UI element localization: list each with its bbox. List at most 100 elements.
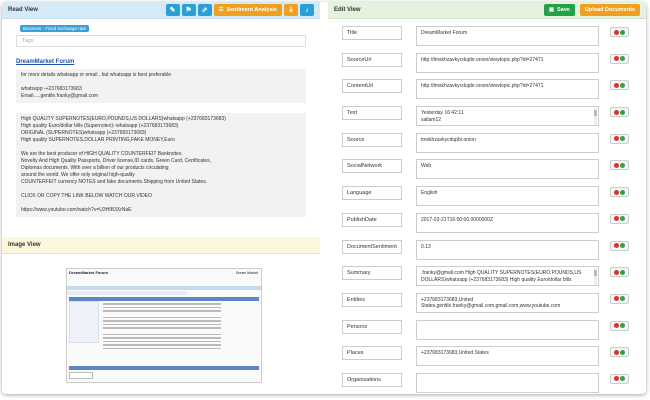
remove-field-icon[interactable]	[614, 109, 619, 115]
field-actions	[610, 267, 629, 278]
remove-field-icon[interactable]	[614, 82, 619, 88]
flag-button[interactable]: ⚑	[181, 4, 196, 16]
thumbnail-text-line	[103, 323, 221, 325]
save-button[interactable]: ▣ Save	[543, 4, 575, 16]
edit-view-toolbar: ▣ Save Upload Documents	[543, 4, 640, 16]
field-value-input[interactable]: DreamMarket Forum	[416, 26, 599, 46]
field-scrollbar[interactable]	[594, 108, 597, 126]
add-field-icon[interactable]	[620, 109, 625, 115]
download-button[interactable]: ⤓	[284, 4, 298, 16]
open-external-button[interactable]: ⇗	[197, 4, 212, 16]
field-label: SourceUrl	[342, 52, 402, 67]
add-field-icon[interactable]	[620, 323, 625, 329]
thumbnail-text-line	[103, 337, 221, 339]
upload-documents-button[interactable]: Upload Documents	[579, 4, 640, 16]
field-label: Summary	[342, 266, 402, 281]
field-value-input[interactable]: +237683173683,United States,gentile.fran…	[416, 292, 599, 313]
image-view-body: DreamMarket Forum Dream Market	[2, 254, 320, 394]
field-actions	[610, 107, 629, 118]
page-screenshot-thumbnail[interactable]: DreamMarket Forum Dream Market	[66, 268, 262, 383]
remove-field-icon[interactable]	[614, 323, 619, 329]
remove-field-icon[interactable]	[614, 349, 619, 355]
add-field-icon[interactable]	[620, 29, 625, 35]
edit-button[interactable]: ✎	[165, 4, 180, 16]
save-icon: ▣	[548, 7, 555, 13]
remove-field-icon[interactable]	[614, 269, 619, 275]
field-row-language: Language English	[328, 179, 646, 207]
thumbnail-author-panel	[69, 301, 99, 343]
tags-input[interactable]: Tags	[16, 35, 306, 47]
field-row-places: Places +237683173683,United States	[328, 339, 646, 367]
field-actions	[610, 373, 629, 384]
field-actions	[610, 213, 629, 224]
field-value-input[interactable]: +237683173683,United States	[416, 346, 599, 367]
field-value-input[interactable]: 2017-03-21T16:00:00.0000000Z	[416, 212, 599, 233]
add-field-icon[interactable]	[620, 162, 625, 168]
field-label: Persons	[342, 319, 402, 334]
field-value-input[interactable]: Web	[416, 159, 599, 180]
add-field-icon[interactable]	[620, 376, 625, 382]
add-field-icon[interactable]	[620, 243, 625, 248]
field-value-input[interactable]: http://tmskhzavkycdupbr.onion/viewtopic.…	[416, 79, 599, 100]
thumbnail-text-line	[103, 340, 221, 342]
field-row-publishdate: PublishDate 2017-03-21T16:00:00.0000000Z	[328, 206, 646, 233]
add-field-icon[interactable]	[620, 296, 625, 302]
remove-field-icon[interactable]	[614, 136, 619, 142]
edit-view-title: Edit View	[334, 7, 361, 13]
field-label: DocumentSentiment	[342, 239, 402, 254]
add-field-icon[interactable]	[620, 349, 625, 355]
add-field-icon[interactable]	[620, 136, 625, 142]
remove-field-icon[interactable]	[614, 162, 619, 168]
field-row-socialnetwork: SocialNetwork Web	[328, 152, 646, 180]
field-scrollbar[interactable]	[594, 268, 597, 286]
notifications-button[interactable]: ♪	[300, 4, 314, 16]
field-value-input[interactable]: http://tmskhzavkycdupbr.onion/viewtopic.…	[416, 52, 599, 73]
thumbnail-text-line	[103, 327, 221, 329]
field-row-persons: Persons	[328, 313, 646, 340]
category-tag[interactable]: Business - Fixed exchange rate	[20, 25, 90, 32]
field-label: Organizations	[342, 372, 402, 387]
sentiment-analysis-button[interactable]: ☰ Sentiment Analysis	[213, 4, 282, 16]
download-icon: ⤓	[289, 6, 293, 13]
add-field-icon[interactable]	[620, 269, 625, 275]
external-link-icon: ⇗	[201, 7, 208, 14]
field-actions	[610, 80, 629, 91]
add-field-icon[interactable]	[620, 216, 625, 222]
sentiment-analysis-label: Sentiment Analysis	[226, 7, 277, 13]
field-actions	[610, 53, 629, 64]
remove-field-icon[interactable]	[614, 376, 619, 382]
add-field-icon[interactable]	[620, 56, 625, 62]
add-field-icon[interactable]	[620, 189, 625, 195]
thumbnail-nav-bar	[67, 286, 261, 290]
thumbnail-text-line	[103, 306, 221, 308]
field-value-input[interactable]	[416, 372, 599, 393]
remove-field-icon[interactable]	[614, 189, 619, 195]
field-value-input[interactable]: tmskhzavkycdupbr.onion	[416, 132, 599, 153]
field-label: Title	[342, 26, 402, 40]
remove-field-icon[interactable]	[614, 56, 619, 62]
edit-fields-list: Title DreamMarket Forum SourceUrl http:/…	[328, 19, 646, 393]
field-value-input[interactable]	[416, 319, 599, 340]
field-value-input[interactable]: .franky@gmail.com High QUALITY SUPERNOTE…	[416, 266, 599, 287]
remove-field-icon[interactable]	[614, 29, 619, 35]
add-field-icon[interactable]	[620, 82, 625, 88]
field-value-input[interactable]: English	[416, 186, 599, 207]
remove-field-icon[interactable]	[614, 243, 619, 248]
field-label: Entities	[342, 292, 402, 307]
upload-documents-label: Upload Documents	[584, 7, 635, 13]
read-view-toolbar: ✎ ⚑ ⇗ ☰ Sentiment Analysis ⤓ ♪	[165, 4, 314, 16]
thumbnail-text-line	[103, 320, 221, 322]
remove-field-icon[interactable]	[614, 296, 619, 302]
field-value-input[interactable]: Yesterday 16:42:11 sallam12	[416, 106, 599, 127]
remove-field-icon[interactable]	[614, 216, 619, 222]
field-actions	[610, 160, 629, 171]
field-actions	[610, 133, 629, 144]
field-value-input[interactable]: 0.13	[416, 239, 599, 260]
field-actions	[610, 240, 629, 251]
document-title-link[interactable]: DreamMarket Forum	[16, 59, 306, 65]
field-value-text: Yesterday 16:42:11 sallam12	[421, 110, 464, 123]
field-label: Language	[342, 186, 402, 201]
field-label: SocialNetwork	[342, 159, 402, 174]
app-window: Read View ✎ ⚑ ⇗ ☰ Sentiment Analysis ⤓ ♪…	[2, 2, 646, 394]
field-row-organizations: Organizations	[328, 366, 646, 393]
